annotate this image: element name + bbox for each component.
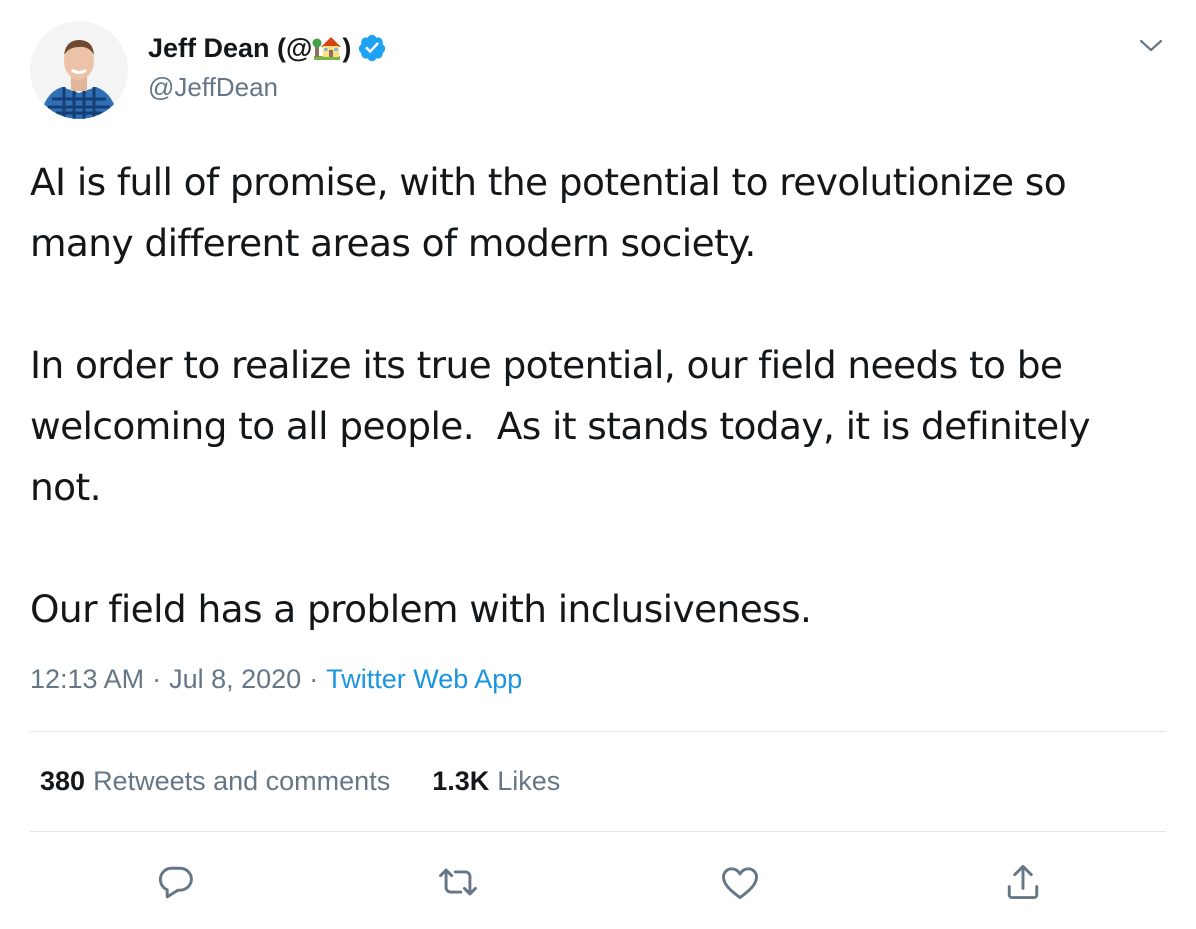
tweet-stats: 380 Retweets and comments 1.3K Likes — [40, 766, 560, 797]
retweet-button[interactable] — [436, 860, 480, 904]
likes-stat[interactable]: 1.3K Likes — [432, 766, 560, 797]
reply-button[interactable] — [154, 860, 198, 904]
tweet-paragraph: Our field has a problem with inclusivene… — [30, 587, 812, 631]
tweet-paragraph: AI is full of promise, with the potentia… — [30, 160, 1078, 265]
tweet-text: AI is full of promise, with the potentia… — [30, 152, 1170, 640]
heart-icon — [722, 867, 758, 900]
tweet-card: Jeff Dean (@) @JeffDean AI is full of pr… — [0, 0, 1196, 929]
display-name-suffix: ) — [342, 33, 352, 63]
author-display-name[interactable]: Jeff Dean (@) — [148, 32, 351, 64]
tweet-metadata: 12:13 AM · Jul 8, 2020 · Twitter Web App — [30, 664, 522, 695]
author-name-row: Jeff Dean (@) — [148, 30, 387, 66]
share-button[interactable] — [1001, 860, 1045, 904]
meta-separator: · — [309, 664, 319, 694]
tweet-date[interactable]: Jul 8, 2020 — [169, 664, 301, 694]
tweet-time[interactable]: 12:13 AM — [30, 664, 144, 694]
retweets-label: Retweets and comments — [93, 766, 391, 796]
author-handle[interactable]: @JeffDean — [148, 72, 278, 103]
tweet-paragraph: In order to realize its true potential, … — [30, 343, 1102, 509]
divider — [30, 831, 1166, 832]
share-icon — [1007, 864, 1039, 900]
avatar-image — [30, 21, 128, 119]
divider — [30, 731, 1166, 732]
tweet-source-link[interactable]: Twitter Web App — [326, 664, 522, 694]
avatar[interactable] — [30, 21, 128, 119]
tweet-actions-bar — [0, 860, 1196, 904]
display-name-prefix: Jeff Dean (@ — [148, 33, 313, 63]
like-button[interactable] — [718, 860, 762, 904]
retweets-count: 380 — [40, 766, 86, 796]
retweet-icon — [439, 868, 477, 896]
likes-count: 1.3K — [432, 766, 490, 796]
chevron-down-icon[interactable] — [1136, 30, 1166, 60]
reply-icon — [158, 866, 193, 899]
retweets-stat[interactable]: 380 Retweets and comments — [40, 766, 390, 797]
meta-separator: · — [152, 664, 162, 694]
verified-badge-icon — [359, 34, 386, 62]
house-with-garden-icon — [312, 37, 342, 60]
likes-label: Likes — [497, 766, 561, 796]
